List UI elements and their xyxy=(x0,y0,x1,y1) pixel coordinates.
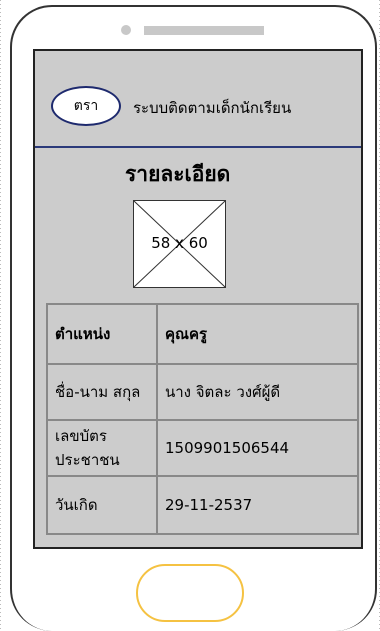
app-header: ตรา ระบบติดตามเด็กนักเรียน xyxy=(35,51,361,148)
info-table: ตำแหน่ง คุณครู ชื่อ-นาม สกุล นาง จิตละ ว… xyxy=(46,303,359,535)
phone-screen: ตรา ระบบติดตามเด็กนักเรียน รายละเอียด 58… xyxy=(33,49,363,549)
table-row: วันเกิด 29-11-2537 xyxy=(46,475,359,535)
logo-text: ตรา xyxy=(73,98,99,114)
table-label-cell: ตำแหน่ง xyxy=(46,303,158,365)
table-label-cell: วันเกิด xyxy=(46,475,158,535)
camera-dot xyxy=(121,25,131,35)
table-label-cell: เลขบัตร ประชาชน xyxy=(46,419,158,477)
table-row: ชื่อ-นาม สกุล นาง จิตละ วงศ์ผู้ดี xyxy=(46,363,359,421)
table-value-cell: คุณครู xyxy=(156,303,359,365)
table-value-cell: 29-11-2537 xyxy=(156,475,359,535)
table-value-cell: 1509901506544 xyxy=(156,419,359,477)
logo-badge: ตรา xyxy=(51,86,121,126)
table-row: เลขบัตร ประชาชน 1509901506544 xyxy=(46,419,359,477)
table-row: ตำแหน่ง คุณครู xyxy=(46,303,359,365)
speaker-grille xyxy=(144,26,264,35)
app-title: ระบบติดตามเด็กนักเรียน xyxy=(133,99,292,117)
photo-size-label: 58 x 60 xyxy=(151,234,208,252)
phone-frame: ตรา ระบบติดตามเด็กนักเรียน รายละเอียด 58… xyxy=(10,5,377,631)
home-button[interactable] xyxy=(136,564,244,622)
table-label-cell: ชื่อ-นาม สกุล xyxy=(46,363,158,421)
profile-photo-placeholder: 58 x 60 xyxy=(133,200,226,288)
detail-heading: รายละเอียด xyxy=(125,162,231,186)
table-value-cell: นาง จิตละ วงศ์ผู้ดี xyxy=(156,363,359,421)
